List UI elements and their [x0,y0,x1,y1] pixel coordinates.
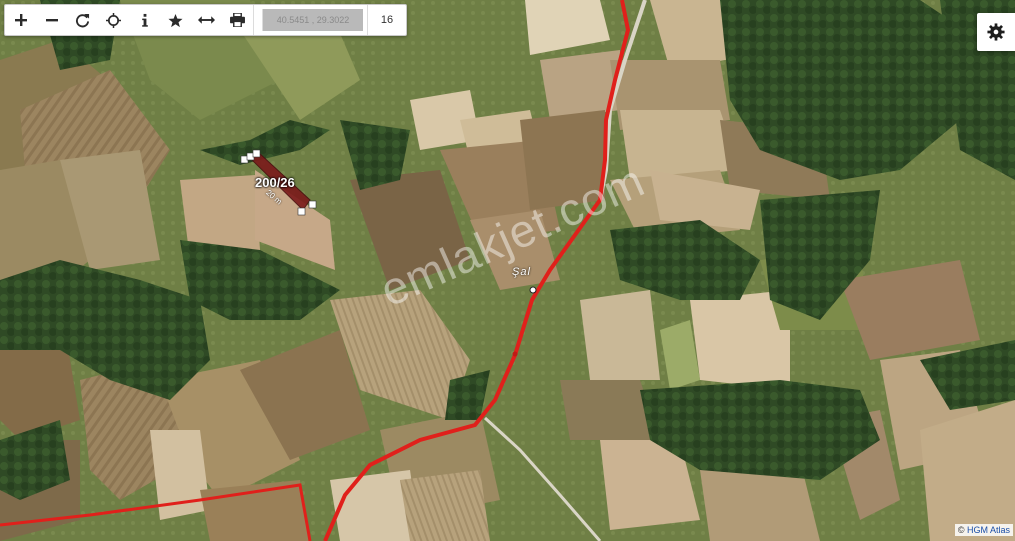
info-icon [141,13,148,27]
refresh-icon [76,13,90,27]
plus-icon [14,14,27,26]
favorite-button[interactable] [160,5,191,35]
copyright-symbol: © [957,525,965,535]
zoom-out-button[interactable] [36,5,67,35]
parcel-label: 200/26 [255,175,295,190]
toolbar-separator [253,5,254,35]
gear-icon [987,23,1005,41]
attribution-link[interactable]: HGM Atlas [967,525,1010,535]
crosshair-icon [106,12,121,28]
refresh-button[interactable] [67,5,98,35]
settings-button[interactable] [977,13,1015,51]
measure-icon [198,16,215,24]
star-icon [168,13,183,27]
locate-button[interactable] [98,5,129,35]
place-label: Şal [512,266,531,278]
print-button[interactable] [222,5,253,35]
minus-icon [45,19,58,22]
info-button[interactable] [129,5,160,35]
map-toolbar: 40.5451 , 29.3022 16 [4,4,407,36]
zoom-in-button[interactable] [5,5,36,35]
coordinates-readout: 40.5451 , 29.3022 [262,9,363,31]
printer-icon [230,13,245,27]
map-attribution: © HGM Atlas [954,524,1013,536]
zoom-level: 16 [380,14,394,26]
measure-button[interactable] [191,5,222,35]
map-canvas[interactable] [0,0,1015,541]
